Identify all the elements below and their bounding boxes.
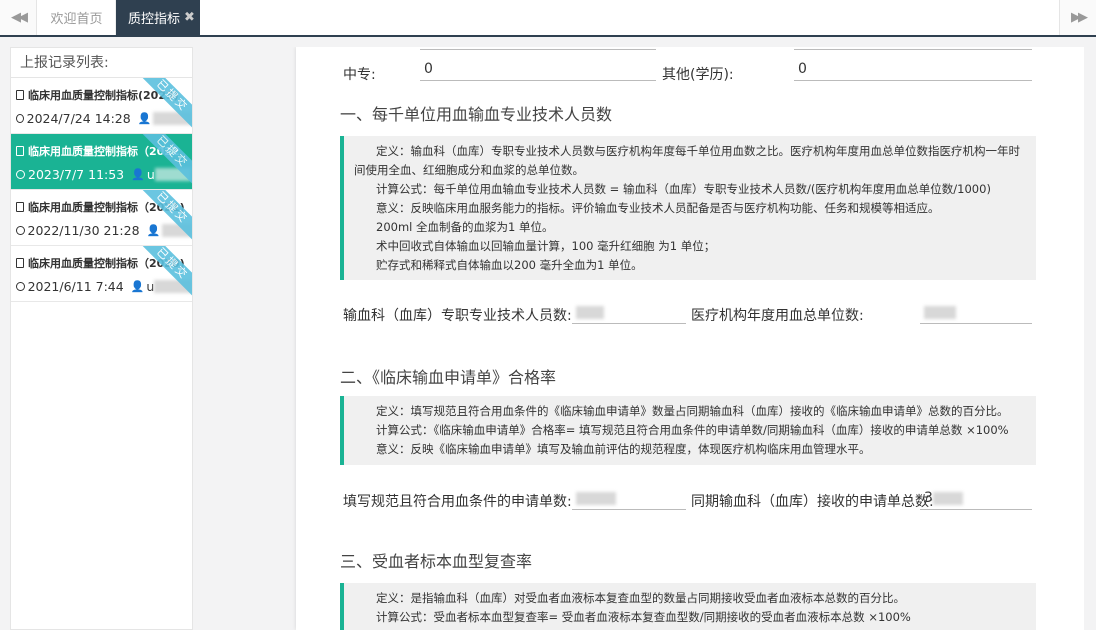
user-icon: 👤 <box>130 280 145 293</box>
clock-icon <box>16 282 25 291</box>
redacted-value <box>576 491 616 505</box>
tab-quality-indicators[interactable]: 质控指标 ✖ <box>116 0 200 35</box>
record-user: u <box>146 167 155 182</box>
def-line: 意义：反映临床用血服务能力的指标。评价输血专业技术人员配备是否与医疗机构功能、任… <box>376 201 940 215</box>
record-time: 2021/6/11 7:44 <box>27 279 124 294</box>
def-line: 计算公式：《临床输血申请单》合格率= 填写规范且符合用血条件的申请单数/同期输血… <box>376 423 1009 437</box>
tab-label: 质控指标 <box>128 12 181 27</box>
prev-field-line[interactable] <box>794 47 1032 50</box>
record-time: 2024/7/24 14:28 <box>26 111 131 126</box>
def-line: 定义：是指输血科（血库）对受血者血液标本复查血型的数量占同期接收受血者血液标本总… <box>376 591 905 605</box>
def-line: 术中回收式自体输血以回输血量计算，100 毫升红细胞 为1 单位； <box>376 239 716 253</box>
def-line: 计算公式：受血者标本血型复查率= 受血者血液标本复查血型数/同期接收的受血者血液… <box>376 610 911 624</box>
redacted-value <box>924 305 956 319</box>
def-line: 计算公式：每千单位用血输血专业技术人员数 = 输血科（血库）专职专业技术人员数/… <box>376 182 991 196</box>
section-2-definition: 定义：填写规范且符合用血条件的《临床输血申请单》数量占同期输血科（血库）接收的《… <box>340 396 1036 465</box>
clock-icon <box>16 114 24 123</box>
total-requests-label: 同期输血科（血库）接收的申请单总数: <box>691 494 934 510</box>
record-list-panel: 上报记录列表: 临床用血质量控制指标(2023) 2024/7/24 14:28… <box>10 47 193 630</box>
section-2-heading: 二、《临床输血申请单》合格率 <box>340 368 557 387</box>
record-time: 2023/7/7 11:53 <box>28 167 125 182</box>
main-content: 中专: 0 其他(学历): 0 一、每千单位用血输血专业技术人员数 定义：输血科… <box>200 47 1096 630</box>
total-requests-input[interactable]: 3 <box>920 490 1032 510</box>
section-1-definition: 定义：输血科（血库）专职专业技术人员数与医疗机构年度每千单位用血数之比。医疗机构… <box>340 136 1036 280</box>
scroll-tabs-right-icon[interactable]: ▶▶ <box>1059 0 1096 35</box>
user-icon: 👤 <box>137 112 152 125</box>
record-item-2022[interactable]: 临床用血质量控制指标（2022 2023/7/7 11:53 👤 u 已提交 <box>11 134 192 190</box>
other-education-input[interactable]: 0 <box>794 61 1032 81</box>
def-line: 200ml 全血制备的血浆为1 单位。 <box>376 220 554 234</box>
document-icon <box>16 202 24 212</box>
record-time: 2022/11/30 21:28 <box>27 223 140 238</box>
record-user: u <box>146 279 155 294</box>
user-icon: 👤 <box>131 168 145 181</box>
redacted-value <box>932 491 963 505</box>
qualified-requests-label: 填写规范且符合用血条件的申请单数: <box>343 494 572 510</box>
record-item-2023[interactable]: 临床用血质量控制指标(2023) 2024/7/24 14:28 👤 已提交 <box>11 78 192 134</box>
section-1-heading: 一、每千单位用血输血专业技术人员数 <box>340 105 613 124</box>
indicator-form: 中专: 0 其他(学历): 0 一、每千单位用血输血专业技术人员数 定义：输血科… <box>296 47 1084 630</box>
def-line: 定义：输血科（血库）专职专业技术人员数与医疗机构年度每千单位用血数之比。医疗机构… <box>354 144 1020 177</box>
record-item-2021[interactable]: 临床用血质量控制指标（2021) 2022/11/30 21:28 👤 已提交 <box>11 190 192 246</box>
vertical-scrollbar[interactable] <box>1084 47 1096 630</box>
tab-welcome-home[interactable]: 欢迎首页 <box>38 0 116 35</box>
record-list-title: 上报记录列表: <box>11 48 192 78</box>
annual-blood-units-label: 医疗机构年度用血总单位数: <box>691 308 864 324</box>
qualified-requests-input[interactable] <box>572 490 686 510</box>
def-line: 定义：填写规范且符合用血条件的《临床输血申请单》数量占同期输血科（血库）接收的《… <box>376 404 1009 418</box>
annual-blood-units-input[interactable] <box>920 304 1032 324</box>
zhongzhuan-label: 中专: <box>343 67 376 83</box>
prev-field-line[interactable] <box>420 47 656 50</box>
transfusion-staff-label: 输血科（血库）专职专业技术人员数: <box>343 308 572 324</box>
section-3-definition: 定义：是指输血科（血库）对受血者血液标本复查血型的数量占同期接收受血者血液标本总… <box>340 583 1036 630</box>
redacted-value <box>576 305 604 319</box>
document-icon <box>16 258 24 268</box>
total-requests-value: 3 <box>924 490 933 506</box>
scroll-tabs-left-icon[interactable]: ◀◀ <box>0 0 37 35</box>
tab-bar: ◀◀ 欢迎首页 质控指标 ✖ ▶▶ <box>0 0 1096 37</box>
document-icon <box>16 146 24 156</box>
section-3-heading: 三、受血者标本血型复查率 <box>340 552 533 571</box>
record-item-2020[interactable]: 临床用血质量控制指标（2020) 2021/6/11 7:44 👤 u 已提交 <box>11 246 192 302</box>
def-line: 意义：反映《临床输血申请单》填写及输血前评估的规范程度，体现医疗机构临床用血管理… <box>376 442 871 456</box>
zhongzhuan-input[interactable]: 0 <box>420 61 656 81</box>
user-icon: 👤 <box>146 224 161 237</box>
transfusion-staff-input[interactable] <box>572 304 686 324</box>
clock-icon <box>16 226 25 235</box>
clock-icon <box>16 170 25 179</box>
document-icon <box>16 90 24 100</box>
def-line: 贮存式和稀释式自体输血以200 毫升全血为1 单位。 <box>376 258 643 272</box>
close-icon[interactable]: ✖ <box>184 10 195 25</box>
other-education-label: 其他(学历): <box>662 67 734 83</box>
